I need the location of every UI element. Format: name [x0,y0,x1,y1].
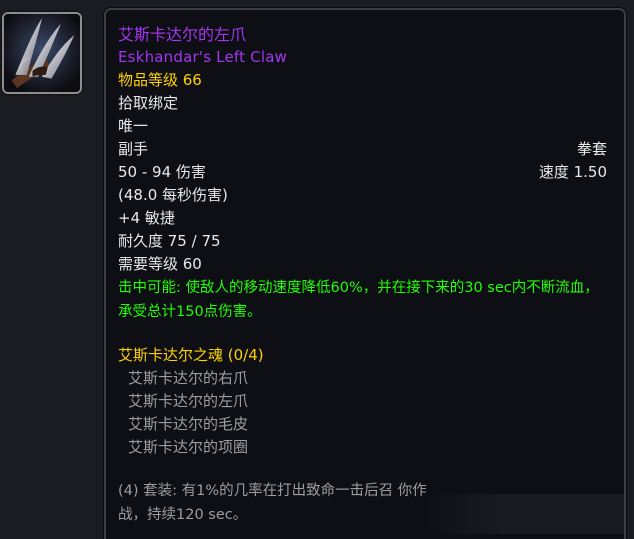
binding-text: 拾取绑定 [118,94,179,112]
stat-agility: +4 敏捷 [118,209,175,227]
required-level: 需要等级 60 [118,255,202,273]
item-tooltip: 艾斯卡达尔的左爪 Eskhandar's Left Claw 物品等级 66 拾… [104,8,626,539]
watermark-overlay [424,494,624,534]
set-piece: 艾斯卡达尔的毛皮 [128,415,249,433]
set-piece: 艾斯卡达尔的左爪 [128,392,249,410]
speed-text: 速度 1.50 [538,163,607,181]
item-set-title: 艾斯卡达尔之魂 (0/4) [118,346,264,364]
damage-row: 50 - 94 伤害 速度 1.50 [118,161,607,184]
item-level: 物品等级 66 [118,71,202,89]
item-name-cn: 艾斯卡达尔的左爪 [118,25,247,44]
slot-row: 副手 拳套 [118,138,607,161]
durability-text: 耐久度 75 / 75 [118,232,221,250]
set-piece: 艾斯卡达尔的项圈 [128,438,249,456]
item-name-en: Eskhandar's Left Claw [118,48,288,66]
slot-text: 副手 [118,140,149,158]
weapon-type-text: 拳套 [576,140,607,158]
claw-weapon-icon [2,12,82,94]
dps-text: (48.0 每秒伤害) [118,186,228,204]
set-bonus-text: (4) 套装: 有1%的几率在打出致命一击后召 你作战，持续120 sec。 [118,483,427,523]
damage-text: 50 - 94 伤害 [118,163,206,181]
set-piece: 艾斯卡达尔的右爪 [128,369,249,387]
unique-text: 唯一 [118,117,149,135]
proc-effect: 击中可能: 使敌人的移动速度降低60%，并在接下来的30 sec内不断流血，承受… [118,280,599,320]
